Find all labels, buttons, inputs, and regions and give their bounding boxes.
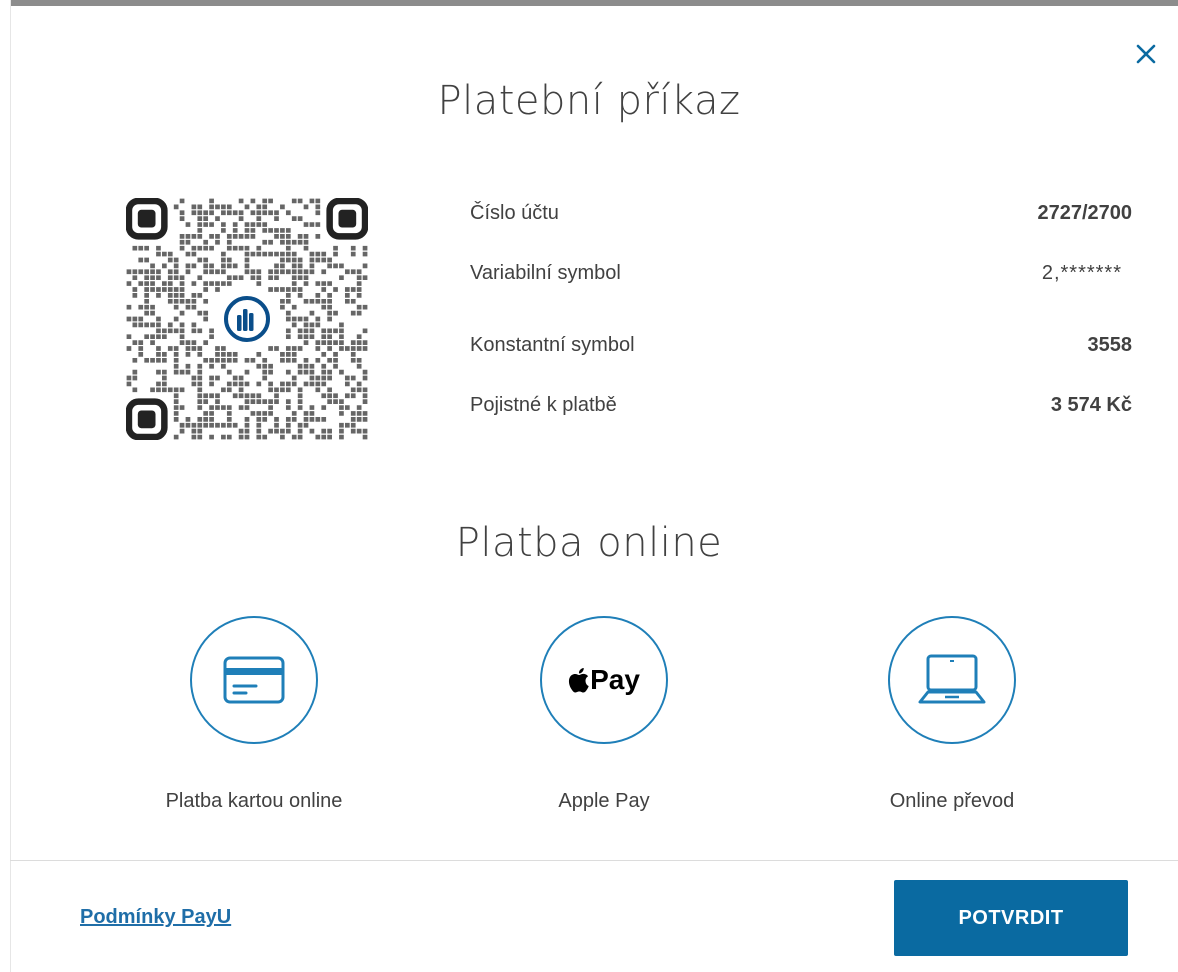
apple-pay-icon: Pay [568,664,640,696]
premium-row: Pojistné k platbě 3 574 Kč [470,390,1132,420]
dialog-title: Platební příkaz [437,78,741,124]
online-transfer-option[interactable]: Online převod [832,616,1072,813]
apple-pay-text: Pay [590,664,640,695]
credit-card-icon [223,656,285,704]
account-number-label: Číslo účtu [470,201,559,224]
apple-logo-icon [569,668,589,693]
variable-symbol-label: Variabilní symbol [470,261,621,284]
constant-symbol-label: Konstantní symbol [470,333,635,356]
confirm-button[interactable]: POTVRDIT [894,880,1128,956]
apple-pay-option[interactable]: Pay Apple Pay [484,616,724,813]
window-top-border [0,0,1178,6]
online-transfer-label: Online převod [889,790,1015,812]
account-number-value: 2727/2700 [1037,201,1132,224]
apple-pay-label: Apple Pay [558,790,650,812]
laptop-icon [918,654,986,704]
payu-terms-link[interactable]: Podmínky PayU [80,906,231,929]
card-payment-label: Platba kartou online [165,790,343,812]
premium-value: 3 574 Kč [1050,393,1132,416]
premium-label: Pojistné k platbě [470,393,617,416]
qr-code [125,197,369,441]
footer-divider [10,860,1178,861]
close-button[interactable] [1128,36,1164,72]
apple-pay-circle[interactable]: Pay [540,616,668,744]
variable-symbol-row: Variabilní symbol 2,******* [470,258,1132,288]
card-payment-option[interactable]: Platba kartou online [134,616,374,813]
close-icon [1136,44,1156,64]
online-transfer-circle[interactable] [888,616,1016,744]
account-number-row: Číslo účtu 2727/2700 [470,198,1132,228]
variable-symbol-value: 2,******* [1041,261,1122,284]
online-payment-title: Platba online [455,520,723,566]
card-payment-circle[interactable] [190,616,318,744]
constant-symbol-value: 3558 [1087,333,1133,356]
constant-symbol-row: Konstantní symbol 3558 [470,330,1132,360]
qr-code-icon [125,197,369,441]
window-left-border [0,0,11,972]
